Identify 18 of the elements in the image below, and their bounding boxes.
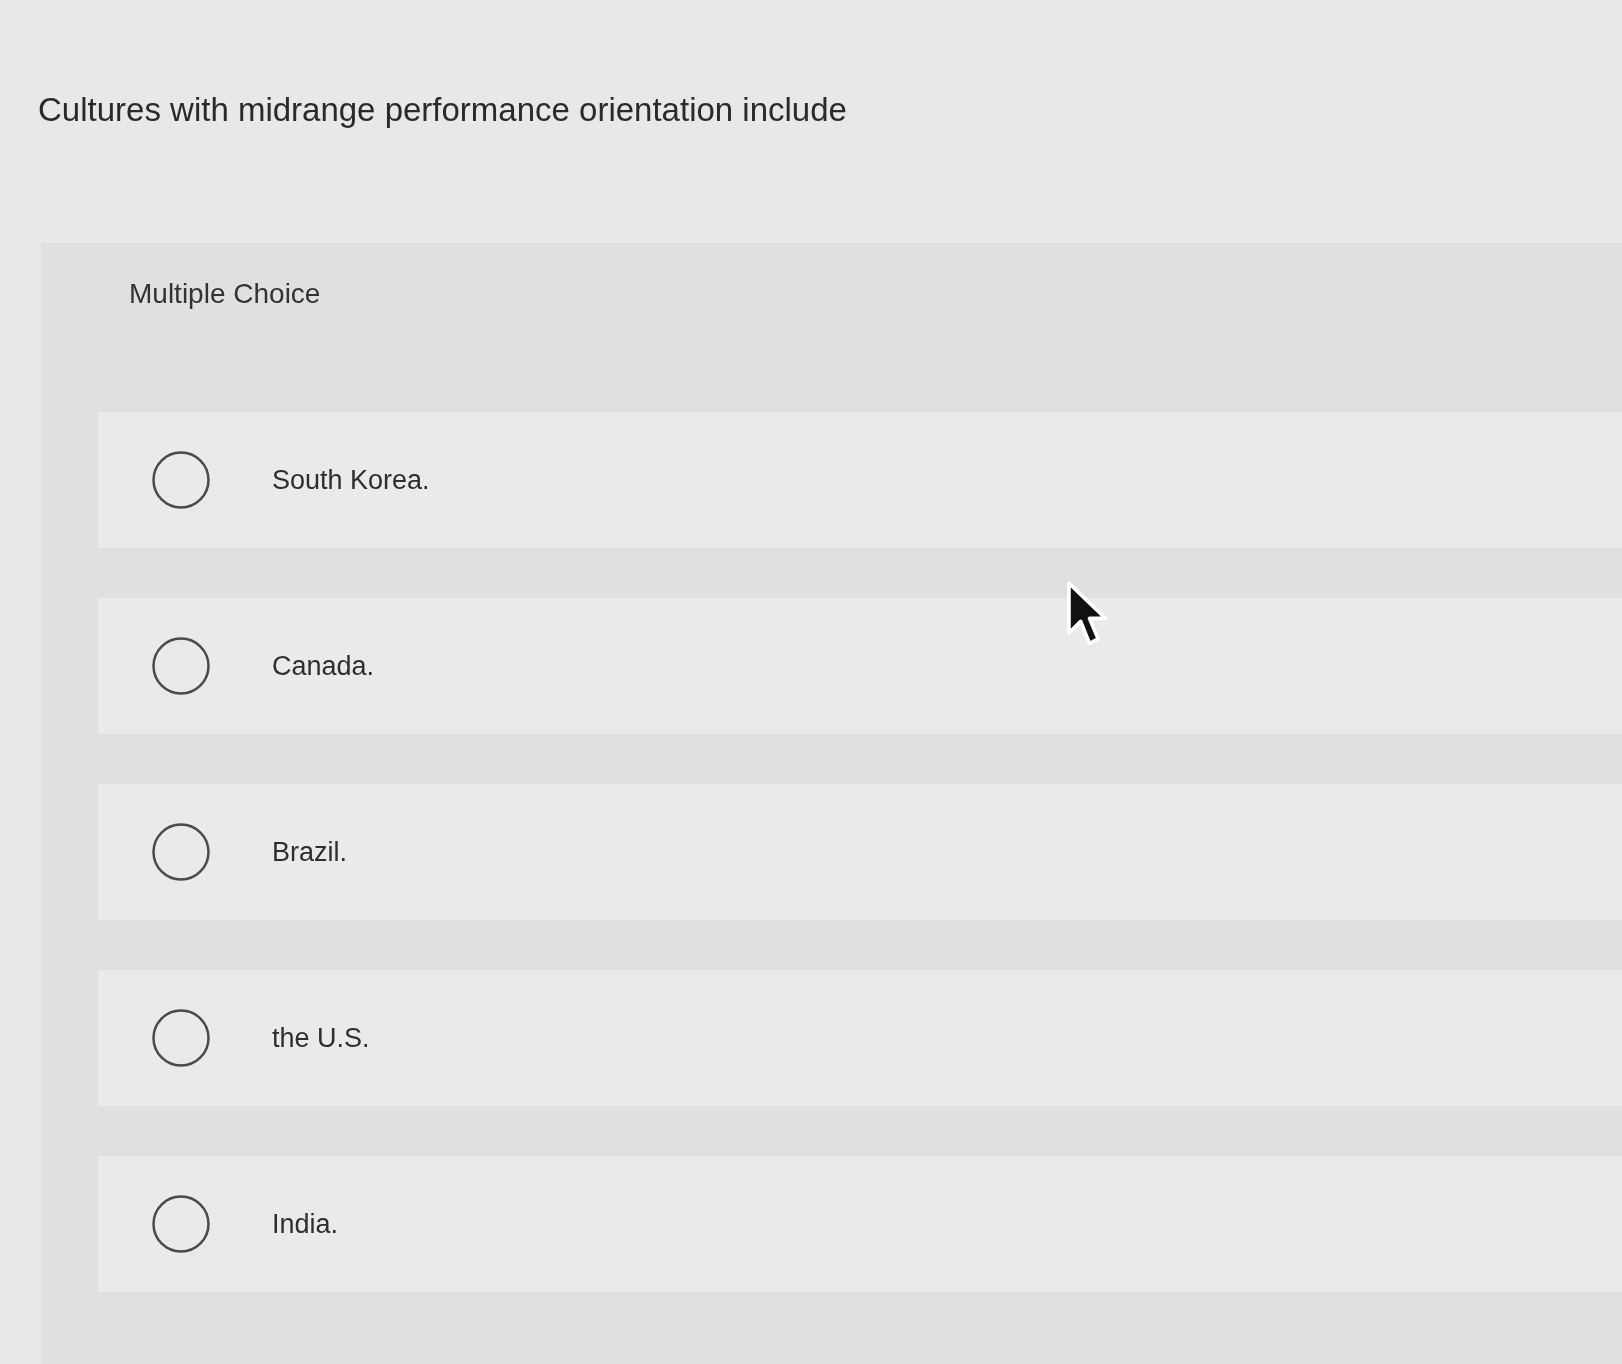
question-text: Cultures with midrange performance orientation include [38, 91, 847, 128]
radio-button-icon[interactable] [152, 637, 210, 695]
answer-option[interactable]: South Korea. [98, 412, 1622, 548]
radio-button-icon[interactable] [152, 451, 210, 509]
mouse-pointer-icon [1066, 580, 1110, 648]
option-text: India. [272, 1208, 339, 1240]
question-type-label: Multiple Choice [129, 277, 321, 311]
option-text: South Korea. [272, 464, 430, 496]
answer-option[interactable]: India. [98, 1156, 1622, 1292]
option-text: Brazil. [272, 836, 347, 868]
answer-option[interactable]: Brazil. [98, 784, 1622, 920]
radio-button-icon[interactable] [152, 1009, 210, 1067]
answer-option[interactable]: Canada. [98, 598, 1622, 734]
radio-button-icon[interactable] [152, 823, 210, 881]
answer-option[interactable]: the U.S. [98, 970, 1622, 1106]
option-text: Canada. [272, 650, 375, 682]
option-text: the U.S. [272, 1022, 370, 1054]
radio-button-icon[interactable] [152, 1195, 210, 1253]
